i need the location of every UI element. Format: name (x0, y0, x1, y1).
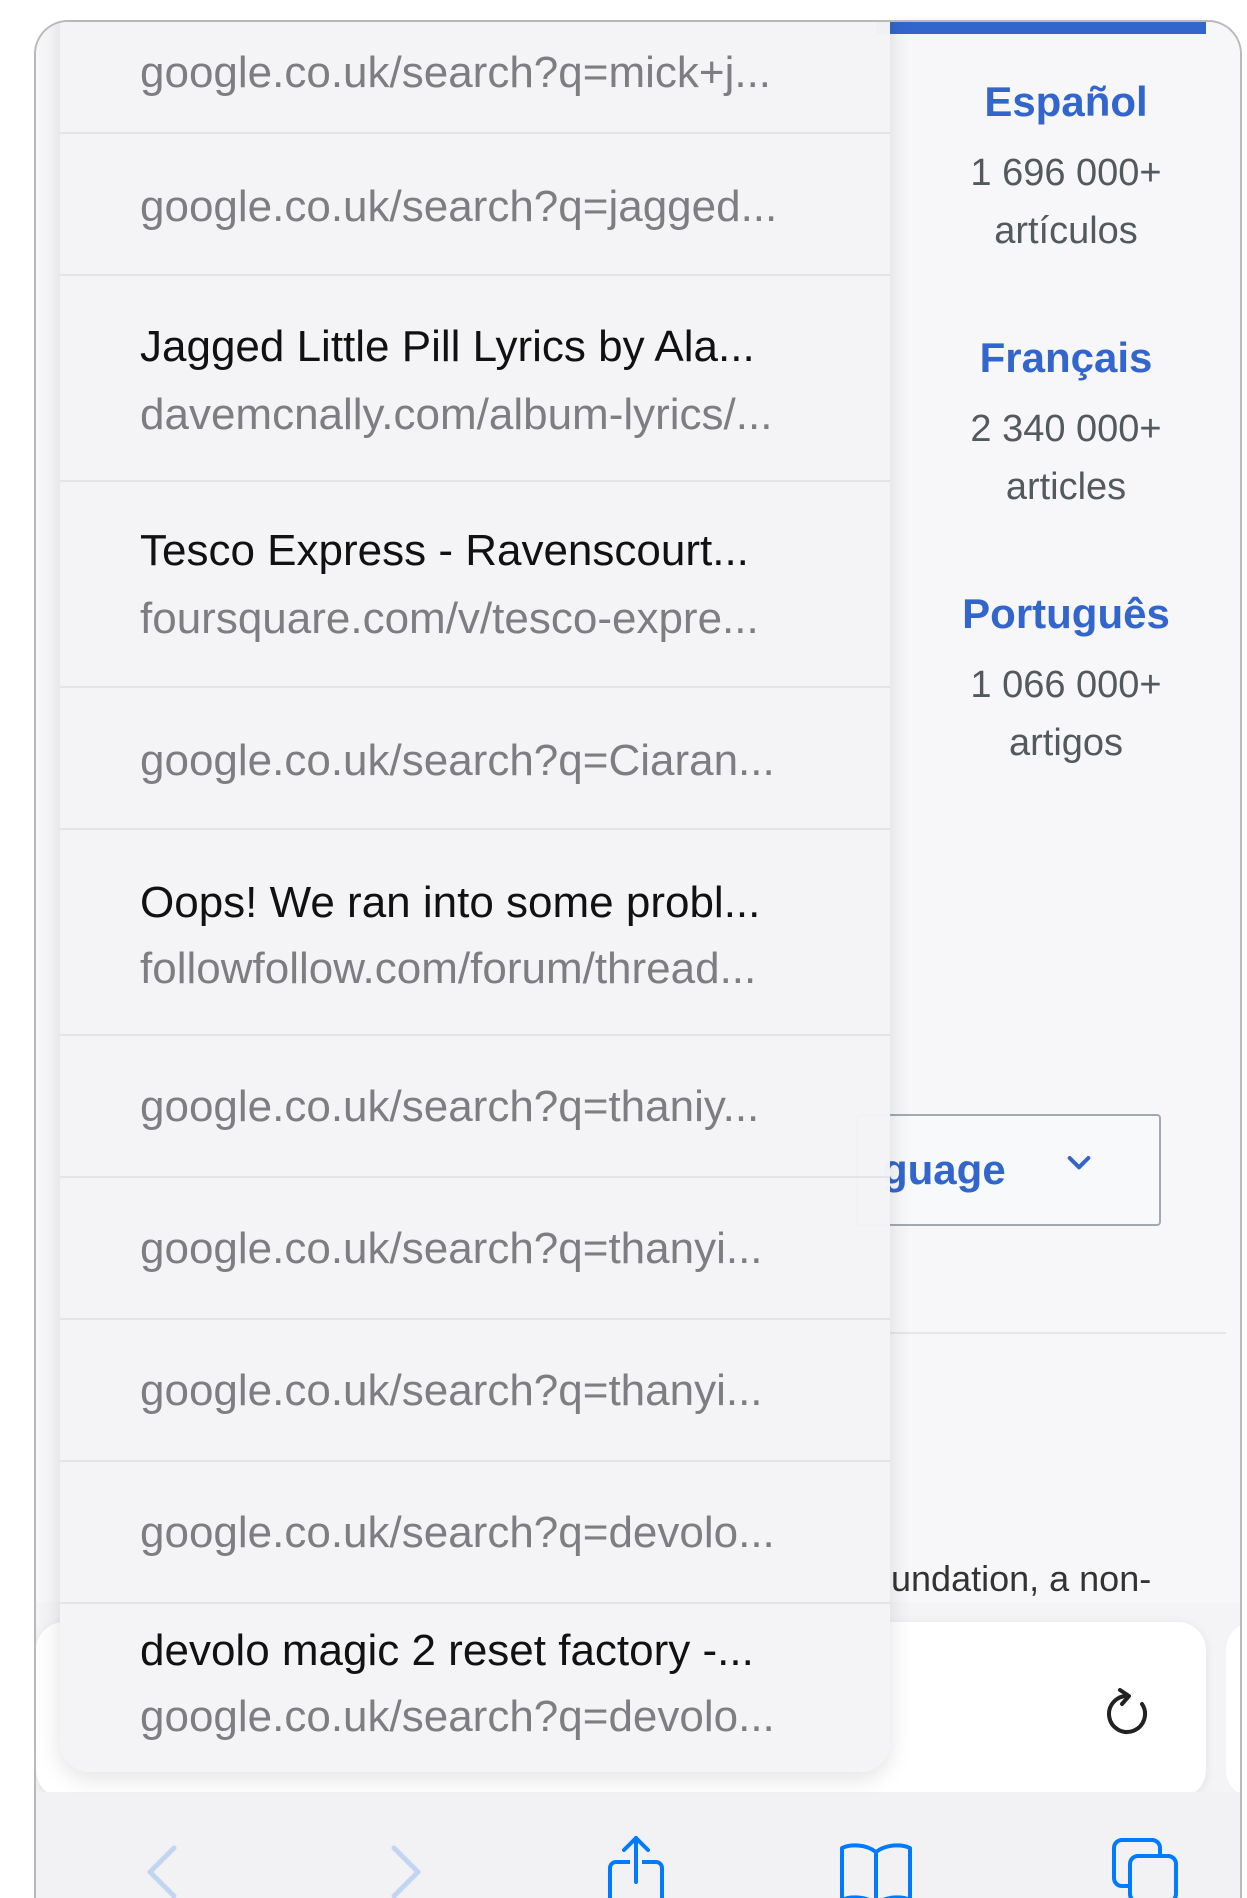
history-row[interactable]: Jagged Little Pill Lyrics by Ala... dave… (60, 276, 890, 482)
history-row[interactable]: google.co.uk/search?q=mick+j... (60, 22, 890, 134)
history-url: foursquare.com/v/tesco-expre... (140, 594, 759, 643)
language-article-count: 1 066 000+ (970, 664, 1162, 706)
browser-window: Español 1 696 000+ artículos Français 2 … (34, 20, 1242, 1898)
language-article-unit: artículos (994, 210, 1138, 252)
history-row[interactable]: google.co.uk/search?q=jagged... (60, 134, 890, 276)
language-name[interactable]: Português (906, 590, 1226, 638)
history-row[interactable]: google.co.uk/search?q=thanyi... (60, 1320, 890, 1462)
history-title: Oops! We ran into some probl... (140, 878, 761, 927)
forward-icon[interactable] (366, 1832, 446, 1898)
history-row[interactable]: google.co.uk/search?q=devolo... (60, 1462, 890, 1604)
language-name[interactable]: Español (906, 78, 1226, 126)
history-row[interactable]: devolo magic 2 reset factory -... google… (60, 1604, 890, 1772)
chevron-down-icon (1067, 1156, 1091, 1170)
history-row[interactable]: google.co.uk/search?q=Ciaran... (60, 688, 890, 830)
history-title: devolo magic 2 reset factory -... (140, 1626, 754, 1675)
history-title: Tesco Express - Ravenscourt... (140, 526, 749, 575)
history-row[interactable]: Oops! We ran into some probl... followfo… (60, 830, 890, 1036)
history-row[interactable]: Tesco Express - Ravenscourt... foursquar… (60, 482, 890, 688)
history-url: google.co.uk/search?q=thanyi... (140, 1224, 763, 1273)
language-name[interactable]: Français (906, 334, 1226, 382)
bookmarks-icon[interactable] (836, 1832, 916, 1898)
back-icon[interactable] (124, 1832, 204, 1898)
history-url: google.co.uk/search?q=Ciaran... (140, 736, 775, 785)
divider (856, 1332, 1226, 1334)
tabs-icon[interactable] (1106, 1832, 1186, 1898)
history-url: google.co.uk/search?q=mick+j... (140, 48, 772, 97)
history-title: Jagged Little Pill Lyrics by Ala... (140, 322, 755, 371)
history-row[interactable]: google.co.uk/search?q=thanyi... (60, 1178, 890, 1320)
history-url: google.co.uk/search?q=thanyi... (140, 1366, 763, 1415)
history-url: davemcnally.com/album-lyrics/... (140, 390, 773, 439)
read-in-language-button[interactable]: guage (856, 1114, 1161, 1226)
language-entry-es[interactable]: Español 1 696 000+ artículos (906, 78, 1226, 260)
history-url: google.co.uk/search?q=jagged... (140, 182, 778, 231)
history-url: google.co.uk/search?q=devolo... (140, 1692, 775, 1741)
reload-icon[interactable] (1096, 1682, 1160, 1746)
history-url: google.co.uk/search?q=thaniy... (140, 1082, 760, 1131)
language-article-unit: artigos (1008, 722, 1124, 764)
share-icon[interactable] (596, 1832, 676, 1898)
history-url: followfollow.com/forum/thread... (140, 944, 757, 993)
footer-text: undation, a non- (891, 1558, 1152, 1599)
history-row[interactable]: google.co.uk/search?q=thaniy... (60, 1036, 890, 1178)
language-article-count: 1 696 000+ (970, 152, 1162, 194)
language-entry-pt[interactable]: Português 1 066 000+ artigos (906, 590, 1226, 772)
history-url: google.co.uk/search?q=devolo... (140, 1508, 775, 1557)
language-entry-fr[interactable]: Français 2 340 000+ articles (906, 334, 1226, 516)
language-button-label: guage (882, 1146, 1006, 1193)
page-top-accent (876, 22, 1206, 34)
language-article-count: 2 340 000+ (970, 408, 1162, 450)
history-suggestions-dropdown: google.co.uk/search?q=mick+j... google.c… (60, 22, 890, 1772)
language-article-unit: articles (1005, 466, 1127, 508)
next-tab-peek[interactable] (1226, 1622, 1240, 1798)
